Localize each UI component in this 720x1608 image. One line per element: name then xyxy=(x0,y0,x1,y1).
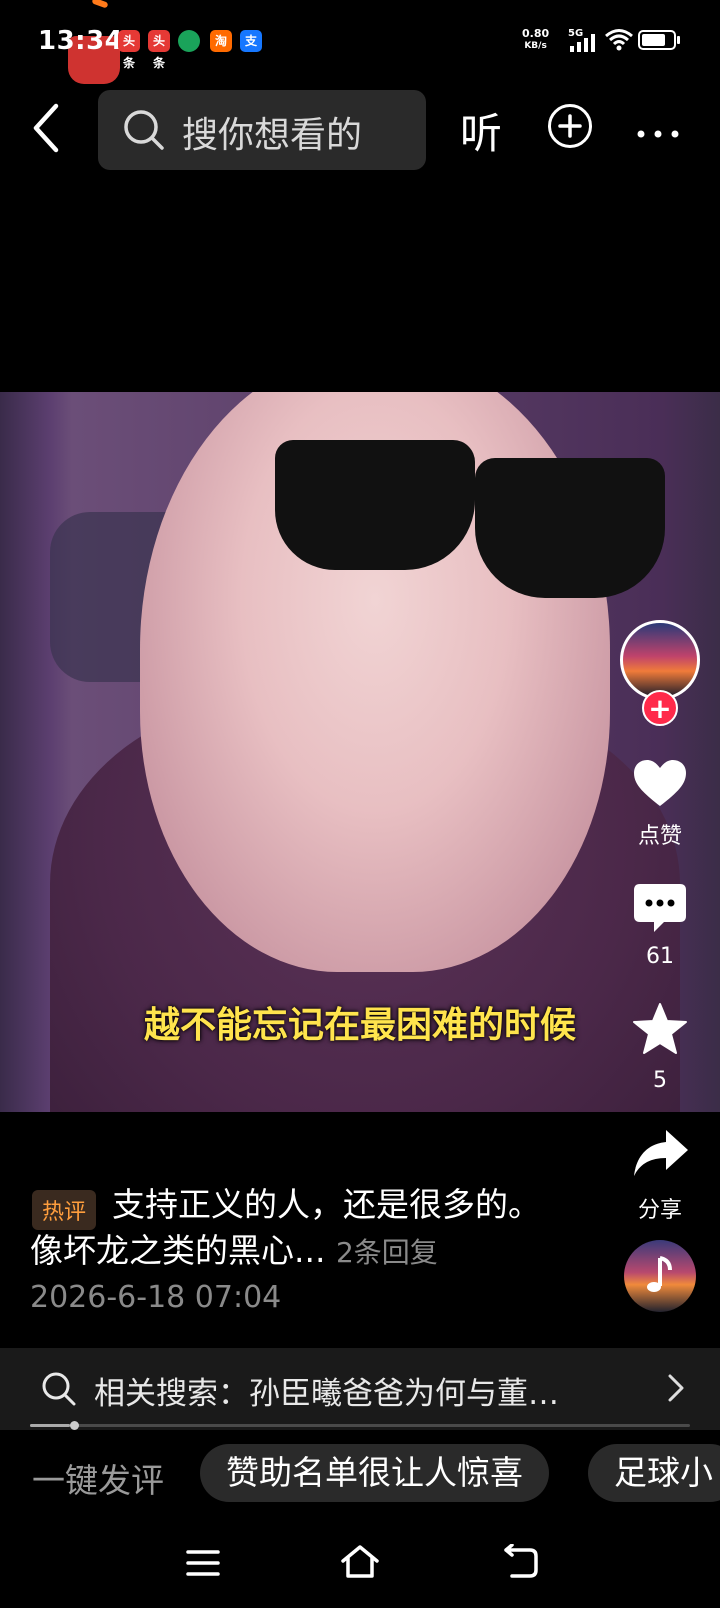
favorite-button[interactable] xyxy=(632,1002,688,1060)
status-time: 13:34 xyxy=(38,26,124,56)
create-button[interactable] xyxy=(548,104,592,148)
comment-line-2: 像坏龙之类的黑心... xyxy=(30,1231,326,1270)
chevron-right-icon xyxy=(668,1374,684,1402)
music-note-icon xyxy=(647,1256,672,1292)
quick-comment-label[interactable]: 一键发评 xyxy=(32,1454,164,1502)
home-icon xyxy=(341,1545,379,1578)
notification-dot xyxy=(91,0,109,9)
video-subtitle: 越不能忘记在最困难的时候 xyxy=(143,1005,576,1046)
video-player[interactable]: 越不能忘记在最困难的时候 xyxy=(0,392,720,1112)
search-icon xyxy=(42,1372,76,1406)
search-placeholder: 搜你想看的 xyxy=(182,115,363,156)
like-label: 点赞 xyxy=(637,824,682,849)
related-search-bar[interactable]: 相关搜索：孙臣曦爸爸为何与董… xyxy=(0,1348,720,1430)
back-button[interactable] xyxy=(26,100,76,156)
plus-icon xyxy=(558,114,582,138)
share-label: 分享 xyxy=(637,1198,682,1223)
toutiao-app-icon: 头条 xyxy=(118,30,140,70)
comment-bubble-icon xyxy=(634,884,686,932)
toutiao-lite-app-icon: 头条 xyxy=(148,30,170,70)
network-speed: 0.80 KB/s xyxy=(522,28,549,52)
nav-home-button[interactable] xyxy=(340,1544,380,1584)
video-frame-sunglasses-right xyxy=(475,458,665,598)
quick-comment-chip[interactable]: 足球小 xyxy=(588,1444,720,1502)
share-button[interactable] xyxy=(632,1128,690,1184)
comment-line-1: 支持正义的人，还是很多的。 xyxy=(112,1185,541,1224)
share-arrow-icon xyxy=(634,1130,688,1176)
battery-tip xyxy=(677,36,680,44)
video-progress-track[interactable] xyxy=(30,1424,690,1427)
music-disc[interactable] xyxy=(624,1240,696,1312)
favorite-count: 5 xyxy=(653,1068,667,1093)
back-arrow-icon xyxy=(33,103,59,153)
wifi-icon xyxy=(604,28,634,56)
battery-icon xyxy=(638,30,676,50)
hot-comment-tag: 热评 xyxy=(32,1190,97,1230)
more-dots-icon xyxy=(637,130,679,138)
like-button[interactable] xyxy=(632,758,688,812)
search-input[interactable]: 搜你想看的 xyxy=(98,90,426,170)
battery-level xyxy=(642,34,665,46)
alipay-app-icon: 支 xyxy=(240,30,262,52)
status-bar: 13:34 头条 头条 淘 支 0.80 KB/s 5G xyxy=(0,0,720,84)
taobao-app-icon: 淘 xyxy=(210,30,232,52)
comment-date: 2026-6-18 07:04 xyxy=(30,1280,282,1315)
listen-button[interactable]: 听 xyxy=(460,100,502,161)
heart-icon xyxy=(634,760,686,806)
network-speed-unit: KB/s xyxy=(524,41,547,51)
follow-button[interactable]: + xyxy=(642,690,678,726)
reply-count-link[interactable]: 2条回复 xyxy=(336,1236,438,1269)
nav-menu-button[interactable] xyxy=(186,1548,220,1582)
comment-button[interactable] xyxy=(632,882,688,938)
video-progress-handle[interactable] xyxy=(69,1421,79,1430)
menu-icon xyxy=(186,1550,220,1576)
video-progress-fill xyxy=(30,1424,70,1427)
nav-back-button[interactable] xyxy=(500,1543,540,1584)
more-options-button[interactable] xyxy=(636,112,680,147)
star-icon xyxy=(633,1003,687,1054)
quick-comment-chip[interactable]: 赞助名单很让人惊喜 xyxy=(200,1444,549,1502)
network-speed-value: 0.80 xyxy=(522,27,550,40)
green-app-icon xyxy=(178,30,200,52)
related-search-text: 相关搜索：孙臣曦爸爸为何与董… xyxy=(94,1376,559,1412)
hot-comment[interactable]: 支持正义的人，还是很多的。 像坏龙之类的黑心... 2条回复 xyxy=(30,1182,590,1276)
video-frame-sunglasses-left xyxy=(275,440,475,570)
author-avatar[interactable] xyxy=(620,620,700,700)
search-icon xyxy=(124,110,164,150)
return-icon xyxy=(504,1543,538,1578)
comment-count: 61 xyxy=(646,944,674,969)
